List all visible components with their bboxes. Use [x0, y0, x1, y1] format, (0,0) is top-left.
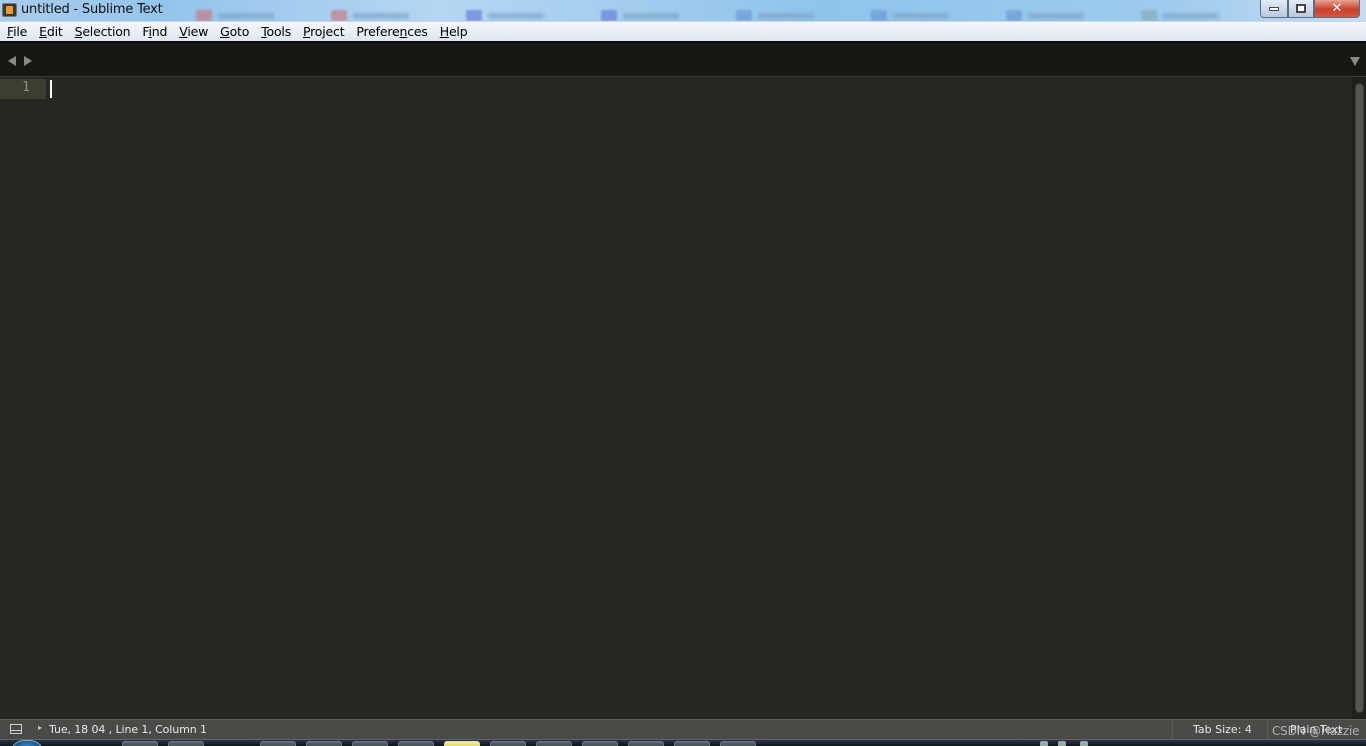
minimize-icon: [1269, 6, 1279, 11]
restore-button[interactable]: [1288, 0, 1314, 18]
menu-edit[interactable]: Edit: [33, 23, 68, 41]
taskbar-app-button[interactable]: [306, 741, 342, 746]
gutter-active-line: 1: [0, 79, 46, 99]
toggle-panel-icon[interactable]: [10, 724, 22, 734]
taskbar-app-button[interactable]: [674, 741, 710, 746]
menu-help[interactable]: Help: [434, 23, 474, 41]
blurred-background-browser-tabs: [160, 5, 1240, 21]
menu-accelerator: H: [439, 23, 449, 39]
editor-area[interactable]: 1: [0, 76, 1366, 720]
vertical-scrollbar[interactable]: [1352, 77, 1366, 720]
close-button[interactable]: ✕: [1314, 0, 1360, 18]
scrollbar-thumb[interactable]: [1355, 83, 1364, 713]
watermark: CSDN @Hazzie: [1272, 724, 1360, 738]
taskbar-app-button[interactable]: [398, 741, 434, 746]
start-button[interactable]: [10, 740, 44, 746]
menu-find[interactable]: Find: [136, 23, 173, 41]
menu-accelerator: S: [74, 23, 83, 39]
menu-bar: File Edit Selection Find View Goto Tools Projec…: [0, 21, 1366, 41]
menu-preferences[interactable]: Preferences: [350, 23, 433, 41]
menu-accelerator: P: [303, 23, 311, 39]
menu-accelerator: n: [399, 23, 408, 39]
taskbar-app-button[interactable]: [628, 741, 664, 746]
sublime-text-app-icon[interactable]: [2, 3, 17, 17]
menu-selection[interactable]: Selection: [69, 23, 137, 41]
taskbar-app-button[interactable]: [168, 741, 204, 746]
menu-file[interactable]: File: [1, 23, 33, 41]
taskbar-app-button-active[interactable]: [444, 741, 480, 746]
tray-icon[interactable]: [1058, 741, 1066, 746]
taskbar-app-button[interactable]: [260, 741, 296, 746]
menu-accelerator: G: [220, 23, 230, 39]
tray-icon[interactable]: [1080, 741, 1088, 746]
status-bar: ▸ Tue, 18 04 , Line 1, Column 1 Tab Size…: [0, 719, 1366, 740]
taskbar-app-button[interactable]: [720, 741, 756, 746]
menu-accelerator: T: [261, 23, 267, 39]
status-arrow-icon: ▸: [38, 723, 43, 732]
os-taskbar: [0, 739, 1366, 746]
status-text: Tue, 18 04 , Line 1, Column 1: [49, 723, 207, 736]
tab-list-dropdown-icon[interactable]: [1350, 57, 1360, 66]
tab-scroll-right-icon[interactable]: [24, 56, 32, 66]
tab-scroll-left-icon[interactable]: [8, 56, 16, 66]
text-caret: [50, 80, 52, 98]
window-controls: ✕: [1260, 0, 1360, 18]
window-title: untitled - Sublime Text: [21, 2, 163, 17]
tab-size-selector[interactable]: Tab Size: 4: [1193, 723, 1252, 736]
menu-accelerator: V: [179, 23, 188, 39]
taskbar-app-button[interactable]: [352, 741, 388, 746]
taskbar-app-button[interactable]: [582, 741, 618, 746]
status-divider: [1267, 720, 1268, 740]
menu-accelerator: F: [7, 23, 14, 39]
menu-view[interactable]: View: [173, 23, 214, 41]
close-icon: ✕: [1331, 1, 1343, 16]
menu-tools[interactable]: Tools: [255, 23, 297, 41]
menu-accelerator: E: [39, 23, 47, 39]
menu-goto[interactable]: Goto: [214, 23, 255, 41]
taskbar-app-button[interactable]: [536, 741, 572, 746]
status-divider: [1172, 720, 1173, 740]
tab-strip: [0, 41, 1366, 76]
taskbar-app-button[interactable]: [122, 741, 158, 746]
minimize-button[interactable]: [1260, 0, 1288, 18]
taskbar-app-button[interactable]: [490, 741, 526, 746]
line-number: 1: [22, 80, 30, 95]
menu-project[interactable]: Project: [297, 23, 350, 41]
restore-icon: [1296, 4, 1306, 13]
tray-icon[interactable]: [1040, 741, 1048, 746]
window-title-bar[interactable]: untitled - Sublime Text ✕: [0, 0, 1366, 21]
menu-accelerator: i: [148, 23, 152, 39]
